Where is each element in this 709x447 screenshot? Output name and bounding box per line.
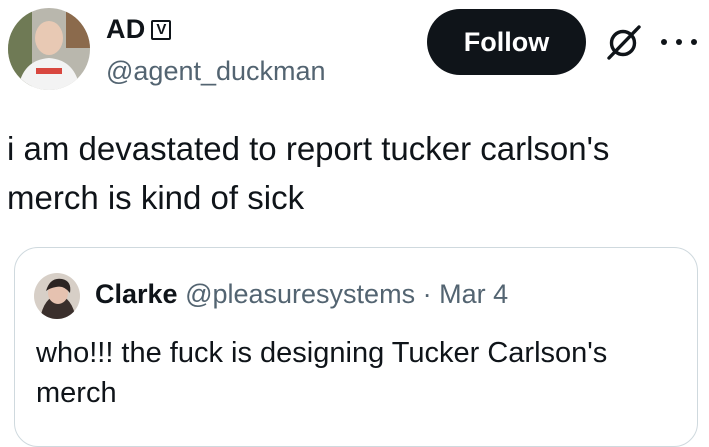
quote-author-name[interactable]: Clarke	[95, 279, 178, 309]
author-handle[interactable]: @agent_duckman	[106, 56, 326, 87]
more-dot	[691, 39, 697, 45]
grok-icon[interactable]	[606, 24, 642, 60]
quote-date[interactable]: Mar 4	[439, 279, 508, 309]
follow-button[interactable]: Follow	[427, 9, 586, 75]
more-icon[interactable]	[661, 30, 697, 54]
tweet-text: i am devastated to report tucker carlson…	[7, 130, 610, 216]
author-avatar[interactable]	[8, 8, 90, 90]
author-label-badge: V	[151, 19, 172, 40]
more-dot	[661, 39, 667, 45]
quoted-tweet-card[interactable]: Clarke @pleasuresystems · Mar 4 who!!! t…	[14, 247, 698, 447]
quote-text: who!!! the fuck is designing Tucker Carl…	[36, 337, 608, 409]
author-name-row: AD V	[106, 14, 172, 45]
more-dot	[676, 39, 682, 45]
quote-author-handle[interactable]: @pleasuresystems	[185, 279, 415, 309]
quote-header: Clarke @pleasuresystems · Mar 4	[95, 279, 508, 310]
quote-separator: ·	[422, 279, 432, 309]
quote-author-avatar[interactable]	[34, 273, 80, 319]
author-display-name[interactable]: AD	[106, 14, 145, 45]
